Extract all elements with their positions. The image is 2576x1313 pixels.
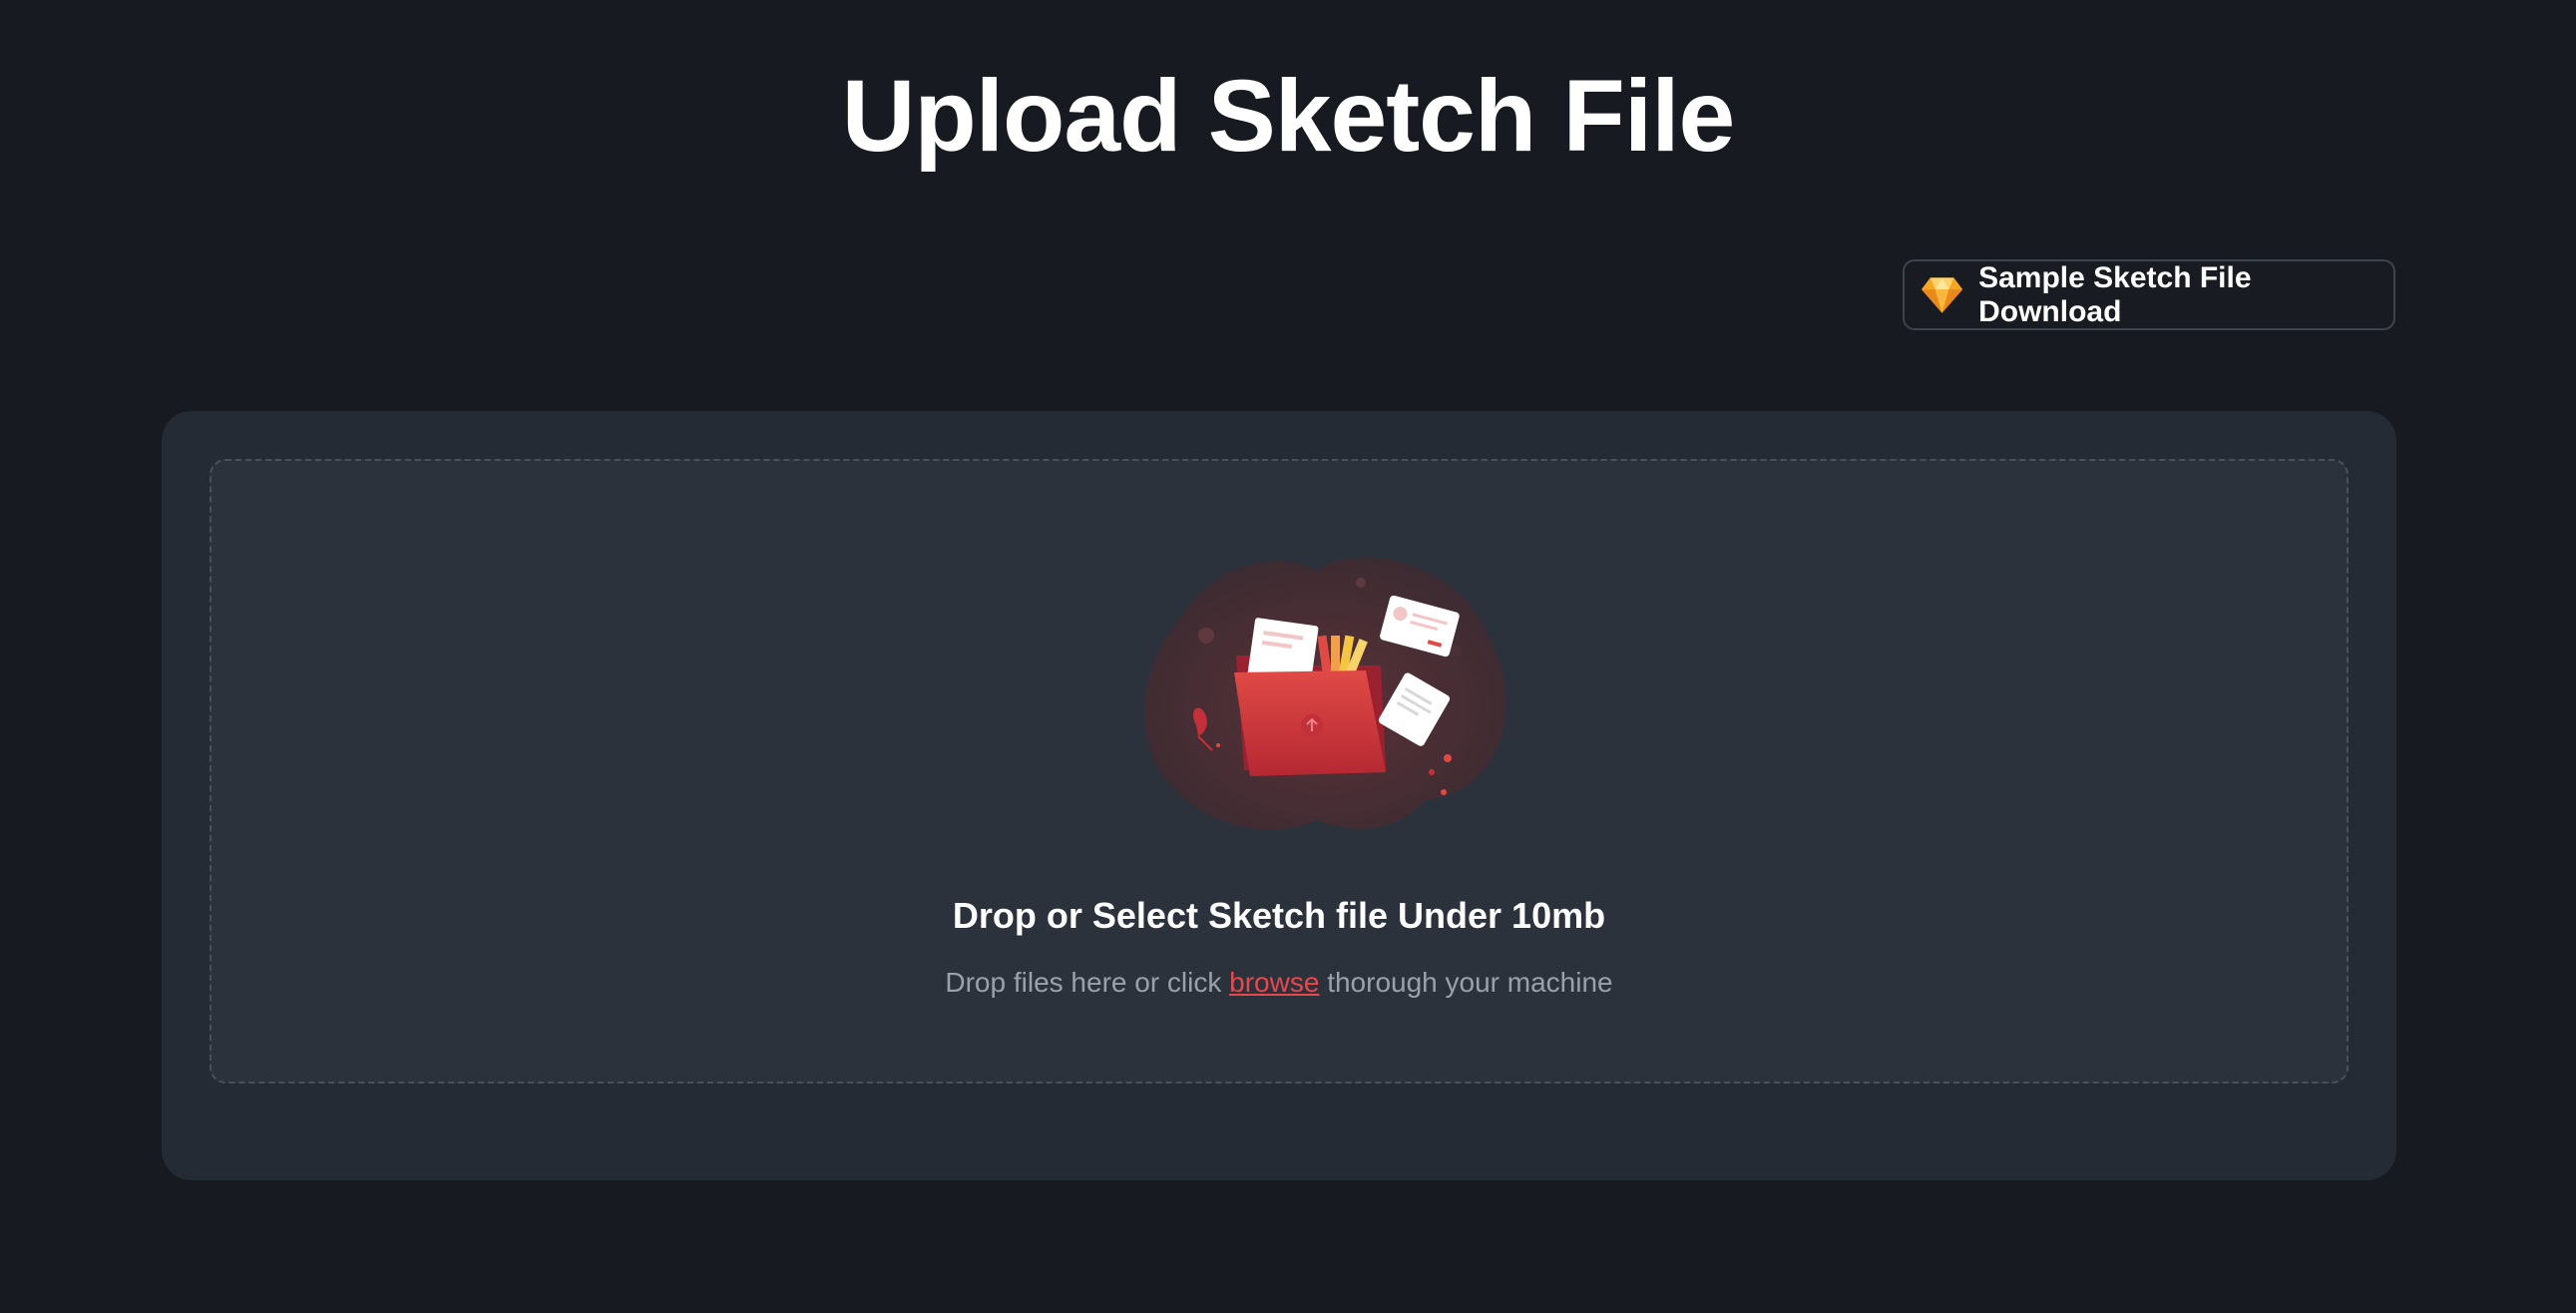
page-title: Upload Sketch File [841,59,1736,173]
upload-card: Drop or Select Sketch file Under 10mb Dr… [162,411,2396,1180]
sample-download-button[interactable]: Sample Sketch File Download [1903,259,2395,330]
dropzone-subtext: Drop files here or click browse thorough… [212,967,2347,999]
upload-page: Upload Sketch File Sample Sketch File Do… [0,0,2576,1313]
dropzone-subtext-before: Drop files here or click [945,967,1222,998]
file-dropzone[interactable]: Drop or Select Sketch file Under 10mb Dr… [210,459,2349,1084]
sample-download-label: Sample Sketch File Download [1978,260,2252,328]
sketch-gem-icon [1922,276,1963,313]
dropzone-subtext-after: thorough your machine [1327,967,1613,998]
browse-link[interactable]: browse [1229,967,1319,998]
folder-with-files-illustration [1144,557,1505,830]
dropzone-heading: Drop or Select Sketch file Under 10mb [952,895,1606,936]
